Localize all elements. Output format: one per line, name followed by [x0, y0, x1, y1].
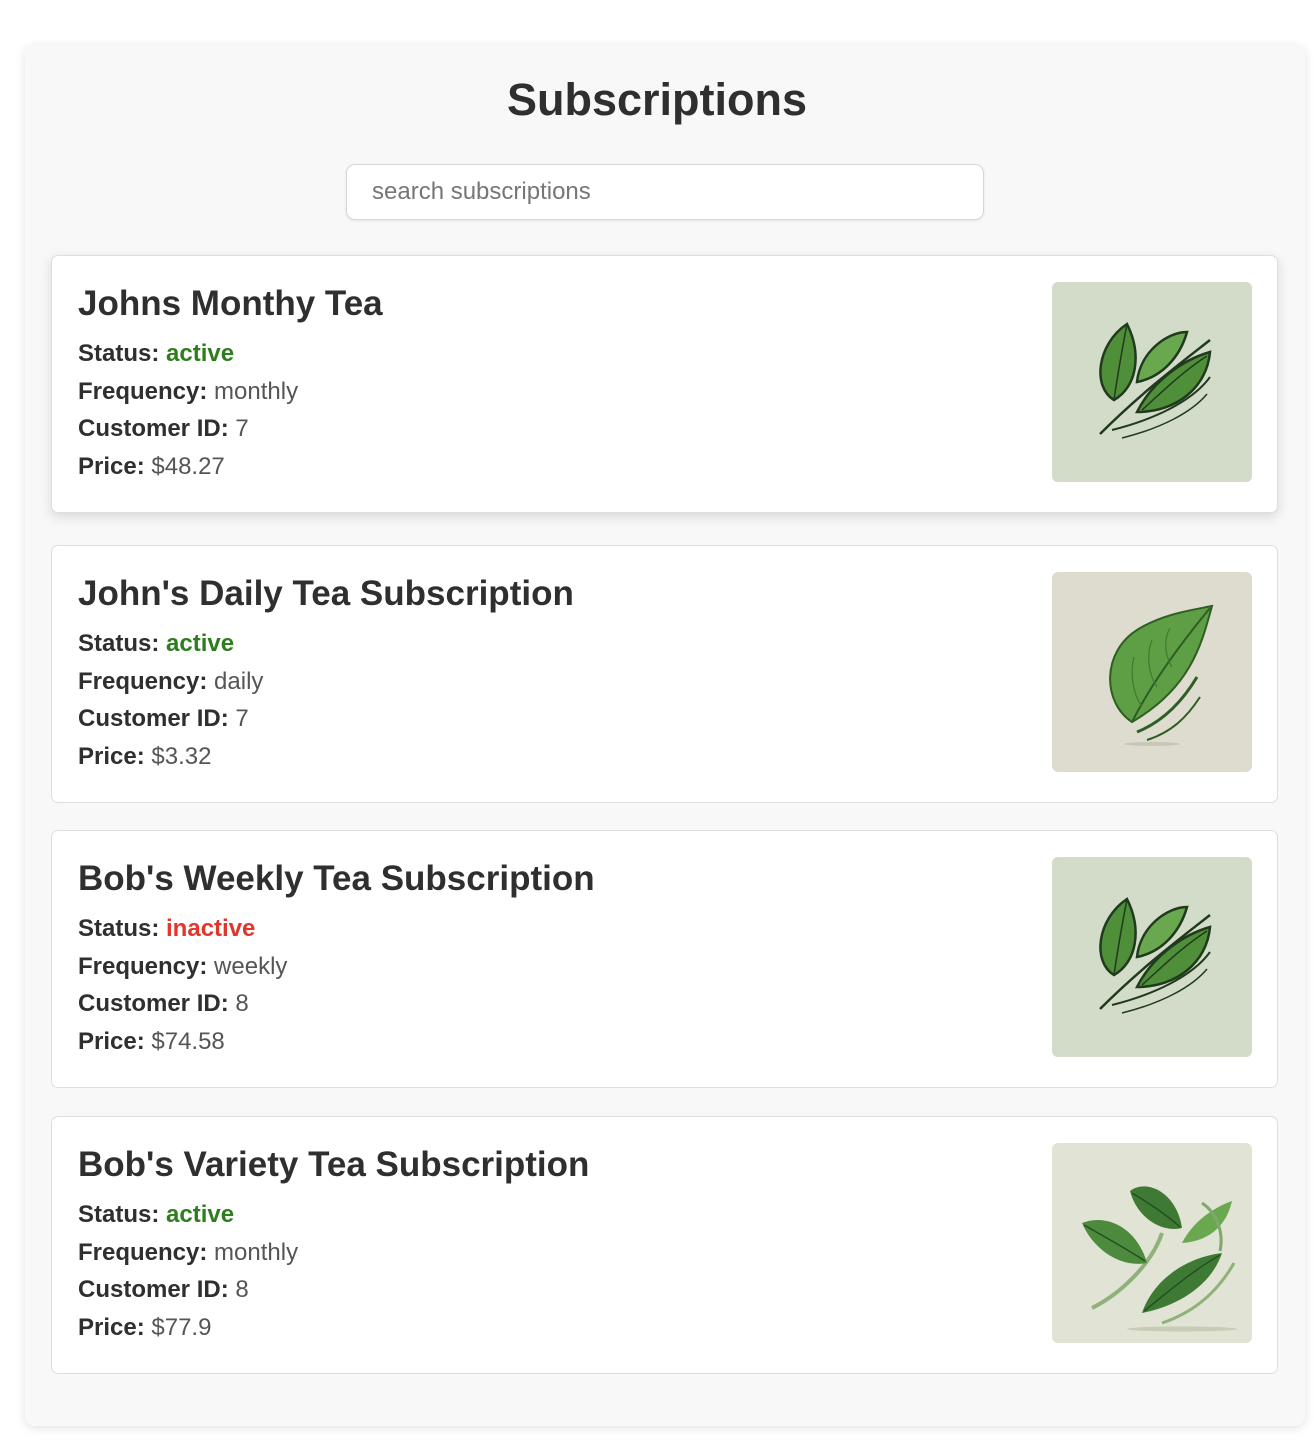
frequency-label: Frequency:: [78, 668, 208, 695]
subscription-card[interactable]: Johns Monthy Tea Status: active Frequenc…: [51, 255, 1278, 513]
customer-id-row: Customer ID: 7: [78, 414, 249, 444]
subscription-card[interactable]: Bob's Weekly Tea Subscription Status: in…: [51, 830, 1278, 1088]
subscription-name: Bob's Variety Tea Subscription: [78, 1145, 590, 1184]
frequency-value: monthly: [214, 1239, 299, 1266]
page-title: Subscriptions: [506, 74, 808, 125]
subscription-card[interactable]: Bob's Variety Tea Subscription Status: a…: [51, 1116, 1278, 1374]
subscription-name: Bob's Weekly Tea Subscription: [78, 859, 595, 898]
frequency-value: weekly: [214, 953, 288, 980]
single-tea-leaf-icon: [1052, 572, 1252, 772]
status-value: active: [166, 340, 235, 367]
tea-leaf-cluster-icon: [1052, 1143, 1252, 1343]
customer-id-value: 7: [235, 705, 249, 732]
status-row: Status: active: [78, 629, 234, 659]
customer-id-row: Customer ID: 8: [78, 989, 249, 1019]
status-value: active: [166, 630, 235, 657]
frequency-row: Frequency: daily: [78, 667, 263, 697]
frequency-label: Frequency:: [78, 378, 208, 405]
price-row: Price: $77.9: [78, 1313, 211, 1343]
frequency-value: daily: [214, 668, 264, 695]
subscription-name: Johns Monthy Tea: [78, 284, 383, 323]
twin-tea-leaves-icon: [1052, 282, 1252, 482]
price-row: Price: $48.27: [78, 452, 225, 482]
status-row: Status: active: [78, 1200, 234, 1230]
customer-id-label: Customer ID:: [78, 415, 229, 442]
twin-tea-leaves-icon: [1052, 857, 1252, 1057]
price-row: Price: $3.32: [78, 742, 211, 772]
frequency-row: Frequency: monthly: [78, 377, 298, 407]
status-label: Status:: [78, 915, 160, 942]
frequency-label: Frequency:: [78, 953, 208, 980]
price-label: Price:: [78, 1028, 145, 1055]
status-value: active: [166, 1201, 235, 1228]
customer-id-label: Customer ID:: [78, 1276, 229, 1303]
customer-id-label: Customer ID:: [78, 990, 229, 1017]
price-row: Price: $74.58: [78, 1027, 225, 1057]
status-row: Status: inactive: [78, 914, 255, 944]
customer-id-value: 8: [235, 1276, 249, 1303]
price-label: Price:: [78, 743, 145, 770]
search-input[interactable]: [346, 164, 984, 220]
frequency-row: Frequency: monthly: [78, 1238, 298, 1268]
customer-id-row: Customer ID: 8: [78, 1275, 249, 1305]
frequency-label: Frequency:: [78, 1239, 208, 1266]
price-label: Price:: [78, 1314, 145, 1341]
price-value: $3.32: [151, 743, 212, 770]
frequency-value: monthly: [214, 378, 299, 405]
status-label: Status:: [78, 1201, 160, 1228]
status-label: Status:: [78, 340, 160, 367]
price-value: $48.27: [151, 453, 225, 480]
status-label: Status:: [78, 630, 160, 657]
price-value: $77.9: [151, 1314, 212, 1341]
frequency-row: Frequency: weekly: [78, 952, 287, 982]
status-row: Status: active: [78, 339, 234, 369]
customer-id-label: Customer ID:: [78, 705, 229, 732]
customer-id-row: Customer ID: 7: [78, 704, 249, 734]
subscription-name: John's Daily Tea Subscription: [78, 574, 574, 613]
status-value: inactive: [166, 915, 256, 942]
price-label: Price:: [78, 453, 145, 480]
price-value: $74.58: [151, 1028, 225, 1055]
subscription-card[interactable]: John's Daily Tea Subscription Status: ac…: [51, 545, 1278, 803]
customer-id-value: 8: [235, 990, 249, 1017]
customer-id-value: 7: [235, 415, 249, 442]
